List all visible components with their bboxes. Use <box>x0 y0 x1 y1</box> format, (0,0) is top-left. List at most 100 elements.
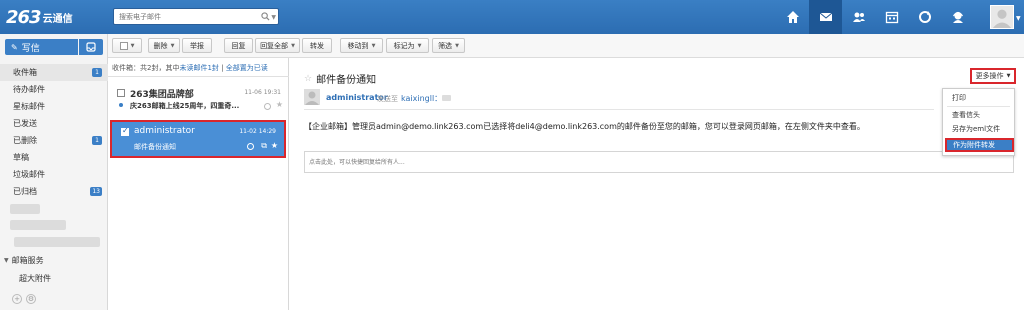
folder-todo[interactable]: 待办邮件 <box>0 81 108 98</box>
popout-icon[interactable]: ⧉ <box>261 141 267 151</box>
message-time: 11-06 19:31 <box>244 89 281 96</box>
folder-label: 垃圾邮件 <box>13 170 45 179</box>
select-all-button[interactable]: ▼ <box>112 38 142 53</box>
mail-subject: ☆ 邮件备份通知 <box>304 71 376 87</box>
divider <box>947 106 1010 107</box>
menu-item-label: 另存为eml文件 <box>952 125 1001 133</box>
reply-button[interactable]: 回复 <box>224 38 253 53</box>
chevron-down-icon: ▼ <box>1006 73 1011 79</box>
report-button[interactable]: 举报 <box>182 38 212 53</box>
folder-label: 收件箱 <box>13 68 37 77</box>
list-item[interactable]: 263集团品牌部 11-06 19:31 庆263邮箱上线25周年，四重奇...… <box>108 83 289 115</box>
blurred-folder[interactable] <box>14 237 100 247</box>
mark-as-label: 标记为 <box>393 41 415 50</box>
chevron-down-icon: ▼ <box>291 42 295 49</box>
search-dropdown-icon[interactable]: ▼ <box>271 14 276 21</box>
chevron-down-icon: ▼ <box>371 42 376 49</box>
flag-icon[interactable] <box>264 103 271 110</box>
add-folder-icon[interactable]: + <box>12 294 22 304</box>
search-icon[interactable] <box>261 12 270 21</box>
unread-link[interactable]: 未读邮件1封 <box>179 64 218 72</box>
quick-reply-input[interactable] <box>305 152 1013 172</box>
service-large-attachment[interactable]: 超大附件 <box>19 273 51 284</box>
divider <box>304 109 934 110</box>
menu-item-print[interactable]: 打印 <box>943 91 1014 105</box>
select-all-checkbox <box>119 41 128 50</box>
separator: | <box>218 64 226 72</box>
mail-body: 【企业邮箱】管理员admin@demo.link263.com已选择将deli4… <box>304 122 865 131</box>
more-actions-button[interactable]: 更多操作 ▼ <box>970 68 1016 84</box>
menu-item-forward-as-attachment[interactable]: 作为附件转发 <box>945 138 1014 152</box>
blurred-folder[interactable] <box>10 220 66 230</box>
compose-label: 写信 <box>21 43 40 54</box>
message-subject: 邮件备份通知 <box>134 143 176 151</box>
more-actions-menu: 打印 查看信头 另存为eml文件 作为附件转发 <box>942 88 1015 156</box>
section-mail-services[interactable]: ▼ 邮箱服务 <box>4 255 44 266</box>
folder-sent[interactable]: 已发送 <box>0 115 108 132</box>
logo-text: 云通信 <box>42 13 73 25</box>
contacts-icon <box>852 12 865 22</box>
mark-all-read-link[interactable]: 全部置为已读 <box>226 64 268 72</box>
divider <box>108 76 289 77</box>
nav-calendar[interactable] <box>875 0 908 34</box>
forward-button[interactable]: 转发 <box>302 38 332 53</box>
menu-item-view-header[interactable]: 查看信头 <box>943 108 1014 122</box>
folder-drafts[interactable]: 草稿 <box>0 149 108 166</box>
avatar[interactable] <box>990 5 1014 29</box>
folder-deleted[interactable]: 已删除 1 <box>0 132 108 149</box>
chevron-down-icon: ▼ <box>417 42 422 49</box>
folder-label: 星标邮件 <box>13 102 45 111</box>
settings-icon[interactable]: ⚙ <box>26 294 36 304</box>
list-item-selected[interactable]: administrator 11-02 14:29 邮件备份通知 ⧉ ★ <box>110 120 286 158</box>
logo[interactable]: 263 云通信 <box>6 7 73 28</box>
unread-dot-icon <box>119 103 123 107</box>
collapse-triangle-icon: ▼ <box>4 257 9 264</box>
sent-to-label: 发送至 <box>377 95 398 103</box>
nav-mail[interactable] <box>809 0 842 34</box>
folder-inbox[interactable]: 收件箱 1 <box>0 64 108 81</box>
message-checkbox[interactable] <box>121 126 129 136</box>
reading-pane: ☆ 邮件备份通知 更多操作 ▼ administrator 发送至 kaixing… <box>290 58 1024 310</box>
delete-button[interactable]: 删除 ▼ <box>148 38 180 53</box>
nav-sync[interactable] <box>908 0 941 34</box>
folder-label: 草稿 <box>13 153 29 162</box>
star-icon[interactable]: ☆ <box>304 74 312 84</box>
mark-as-button[interactable]: 标记为 ▼ <box>386 38 429 53</box>
inbox-refresh-button[interactable] <box>79 39 103 55</box>
filter-button[interactable]: 筛选 ▼ <box>432 38 465 53</box>
details-toggle-icon[interactable] <box>442 95 451 101</box>
recipient[interactable]: kaixingll： <box>401 93 442 104</box>
nav-support[interactable] <box>941 0 974 34</box>
star-icon[interactable]: ★ <box>276 100 283 109</box>
nav-home[interactable] <box>776 0 809 34</box>
flag-icon[interactable] <box>247 143 254 150</box>
mail-icon <box>819 12 832 21</box>
move-to-label: 移动到 <box>347 41 369 50</box>
unread-badge: 1 <box>92 68 102 77</box>
nav-contacts[interactable] <box>842 0 875 34</box>
search-input[interactable] <box>114 9 254 24</box>
message-checkbox[interactable] <box>117 89 125 97</box>
folder-label: 待办邮件 <box>13 85 45 94</box>
menu-item-save-eml[interactable]: 另存为eml文件 <box>943 122 1014 136</box>
blurred-folder[interactable] <box>10 204 40 214</box>
mail-toolbar: ▼ 删除 ▼ 举报 回复 回复全部 ▼ 转发 移动到 ▼ 标记为 ▼ 筛选 ▼ <box>108 34 1024 58</box>
section-label: 邮箱服务 <box>11 256 44 265</box>
folder-archived[interactable]: 已归档 13 <box>0 183 108 200</box>
avatar-caret-icon[interactable]: ▼ <box>1016 15 1021 22</box>
sender-avatar <box>304 89 320 105</box>
move-to-button[interactable]: 移动到 ▼ <box>340 38 383 53</box>
forward-label: 转发 <box>310 41 324 50</box>
reply-all-button[interactable]: 回复全部 ▼ <box>255 38 300 53</box>
folder-spam[interactable]: 垃圾邮件 <box>0 166 108 183</box>
folder-starred[interactable]: 星标邮件 <box>0 98 108 115</box>
compose-button[interactable]: ✎ 写信 <box>5 39 78 55</box>
star-icon[interactable]: ★ <box>271 141 278 150</box>
report-label: 举报 <box>190 41 204 50</box>
folder-label: 已删除 <box>13 136 37 145</box>
sync-icon <box>918 11 931 23</box>
chevron-down-icon: ▼ <box>455 42 459 49</box>
unread-badge: 13 <box>90 187 102 196</box>
support-icon <box>952 11 963 23</box>
message-sender: administrator <box>134 126 195 136</box>
